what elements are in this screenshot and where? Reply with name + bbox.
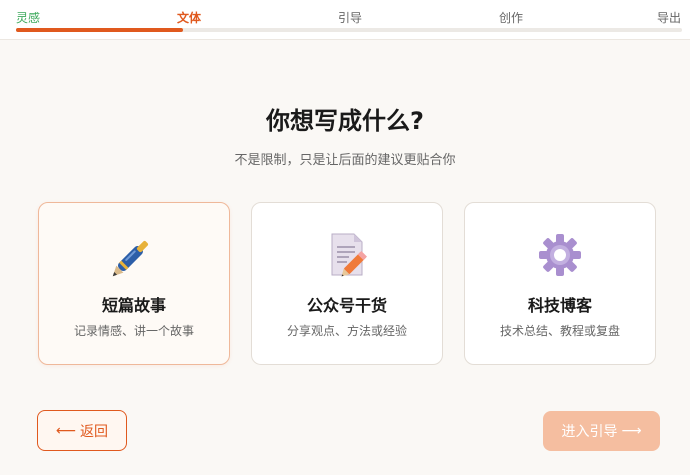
card-description: 记录情感、讲一个故事 (73, 324, 194, 338)
progress-header: 灵感 文体 引导 创作 导出 (0, 0, 690, 40)
page-title: 你想写成什么? (266, 107, 424, 135)
page-subtitle: 不是限制，只是让后面的建议更贴合你 (234, 153, 456, 168)
step-inspiration[interactable]: 灵感 (16, 9, 40, 26)
card-title: 短篇故事 (101, 296, 166, 315)
arrow-left-icon: ⟵ (55, 422, 77, 439)
step-create[interactable]: 创作 (499, 9, 523, 26)
card-short-story[interactable]: 短篇故事 记录情感、讲一个故事 (38, 202, 230, 365)
step-export[interactable]: 导出 (657, 9, 681, 26)
card-description: 分享观点、方法或经验 (286, 324, 407, 338)
progress-track (16, 28, 682, 32)
next-button-label: 进入引导 (561, 424, 618, 440)
step-genre[interactable]: 文体 (177, 9, 201, 26)
arrow-right-icon: ⟶ (621, 423, 642, 439)
card-wechat-article[interactable]: 公众号干货 分享观点、方法或经验 (251, 202, 443, 365)
gear-icon (465, 231, 655, 279)
document-edit-icon (252, 231, 442, 279)
next-button[interactable]: 进入引导 ⟶ (543, 411, 660, 451)
back-button[interactable]: ⟵ 返回 (37, 410, 127, 451)
step-guide[interactable]: 引导 (338, 9, 362, 26)
card-title: 科技博客 (527, 296, 592, 315)
card-title: 公众号干货 (306, 296, 387, 315)
progress-fill (16, 28, 183, 32)
card-tech-blog[interactable]: 科技博客 技术总结、教程或复盘 (464, 202, 656, 365)
back-button-label: 返回 (80, 423, 109, 440)
pen-icon (39, 231, 229, 279)
card-description: 技术总结、教程或复盘 (499, 324, 620, 338)
